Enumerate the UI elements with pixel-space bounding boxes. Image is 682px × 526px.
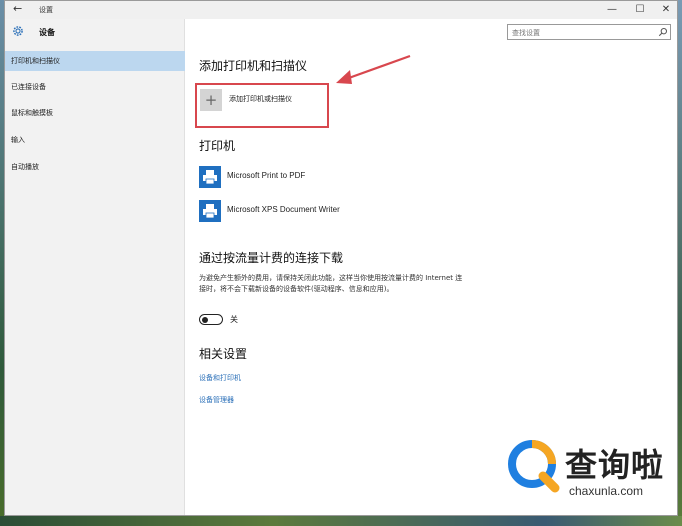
watermark: 查询啦 chaxunla.com bbox=[505, 436, 675, 508]
printer-item[interactable]: Microsoft XPS Document Writer bbox=[199, 200, 399, 226]
device-manager-link[interactable]: 设备管理器 bbox=[199, 395, 234, 405]
add-printer-button[interactable]: + bbox=[200, 89, 222, 111]
sidebar-item-label: 鼠标和触摸板 bbox=[11, 109, 53, 117]
metered-toggle[interactable] bbox=[199, 314, 223, 325]
add-printers-heading: 添加打印机和扫描仪 bbox=[199, 59, 308, 73]
add-printer-label[interactable]: 添加打印机或扫描仪 bbox=[229, 94, 292, 104]
title-bar: ← 设置 — ☐ ✕ bbox=[5, 1, 677, 19]
sidebar-item-autoplay[interactable]: 自动播放 bbox=[5, 157, 185, 177]
devices-printers-link[interactable]: 设备和打印机 bbox=[199, 373, 241, 383]
minimize-button[interactable]: — bbox=[605, 3, 619, 17]
search-icon[interactable] bbox=[658, 27, 668, 37]
sidebar-item-label: 输入 bbox=[11, 136, 25, 144]
sidebar-item-printers-scanners[interactable]: 打印机和扫描仪 bbox=[5, 51, 185, 71]
watermark-url: chaxunla.com bbox=[569, 484, 644, 498]
printers-heading: 打印机 bbox=[199, 139, 236, 153]
printer-icon bbox=[199, 200, 221, 222]
sidebar-item-connected-devices[interactable]: 已连接设备 bbox=[5, 77, 185, 97]
toggle-knob bbox=[202, 316, 208, 323]
sidebar-item-typing[interactable]: 输入 bbox=[5, 130, 185, 150]
desktop-edge-right bbox=[678, 0, 682, 526]
window-title: 设置 bbox=[39, 6, 53, 14]
printer-name: Microsoft XPS Document Writer bbox=[227, 205, 340, 214]
printer-item[interactable]: Microsoft Print to PDF bbox=[199, 166, 399, 192]
metered-description: 为避免产生额外的费用，请保持关闭此功能，这样当你使用按流量计费的 Interne… bbox=[199, 274, 463, 293]
printer-name: Microsoft Print to PDF bbox=[227, 171, 306, 180]
metered-toggle-label: 关 bbox=[230, 315, 238, 324]
close-button[interactable]: ✕ bbox=[659, 3, 673, 17]
desktop-edge-bottom bbox=[0, 516, 682, 526]
gear-icon bbox=[13, 26, 23, 36]
related-settings-heading: 相关设置 bbox=[199, 347, 248, 361]
sidebar: 设备 打印机和扫描仪 已连接设备 鼠标和触摸板 输入 自动播放 bbox=[5, 19, 185, 515]
search-input[interactable] bbox=[512, 27, 652, 38]
printer-icon bbox=[199, 166, 221, 188]
watermark-logo-text: 查询啦 bbox=[565, 446, 665, 484]
sidebar-heading: 设备 bbox=[39, 28, 55, 37]
metered-heading: 通过按流量计费的连接下载 bbox=[199, 251, 344, 265]
search-logo-icon bbox=[508, 440, 560, 493]
sidebar-item-label: 已连接设备 bbox=[11, 83, 46, 91]
sidebar-item-label: 自动播放 bbox=[11, 163, 39, 171]
maximize-button[interactable]: ☐ bbox=[633, 3, 647, 17]
search-box bbox=[507, 24, 671, 40]
sidebar-item-mouse-touchpad[interactable]: 鼠标和触摸板 bbox=[5, 103, 185, 123]
back-arrow-icon[interactable]: ← bbox=[13, 3, 25, 15]
sidebar-item-label: 打印机和扫描仪 bbox=[11, 57, 60, 65]
add-printer-highlight: + 添加打印机或扫描仪 bbox=[195, 83, 329, 128]
